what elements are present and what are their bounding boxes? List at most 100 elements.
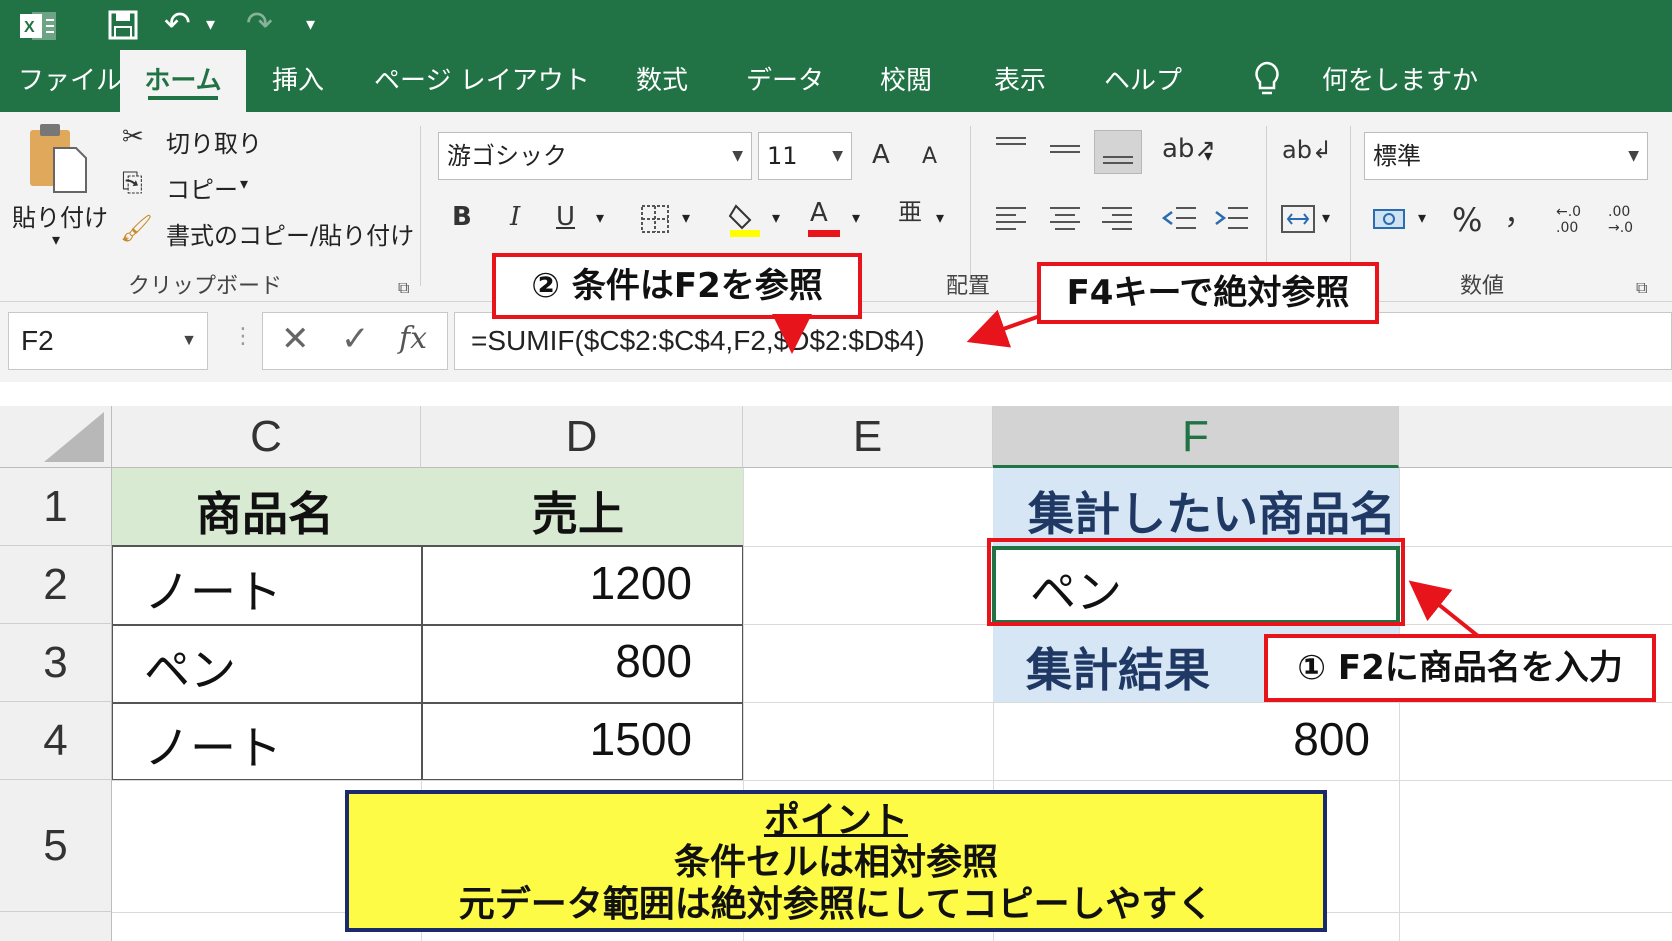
cell-c2[interactable]: ノート — [144, 556, 282, 622]
phonetic-guide-icon[interactable]: 亜 — [898, 200, 922, 224]
tab-file[interactable]: ファイル — [18, 50, 122, 112]
tab-insert[interactable]: 挿入 — [272, 50, 324, 112]
clipboard-launcher-icon[interactable]: ⧉ — [398, 278, 409, 298]
cell-d2[interactable]: 1200 — [590, 556, 692, 610]
font-size-select[interactable]: 11 ▼ — [758, 132, 852, 180]
cell-c4[interactable]: ノート — [144, 712, 282, 778]
alignment-group-label: 配置 — [946, 274, 991, 299]
chevron-down-icon: ▼ — [732, 148, 743, 164]
insert-function-icon[interactable]: fx — [399, 321, 427, 356]
format-painter-button[interactable]: 書式のコピー/貼り付け — [166, 216, 414, 251]
tab-formulas[interactable]: 数式 — [636, 50, 688, 112]
scissors-icon[interactable]: ✂ — [122, 124, 144, 150]
point-line-2: 元データ範囲は絶対参照にしてコピーしやすく — [458, 884, 1214, 925]
italic-button[interactable]: I — [510, 204, 520, 230]
column-header-e[interactable]: E — [743, 406, 993, 468]
row-header-4[interactable]: 4 — [0, 702, 112, 780]
shrink-font-icon[interactable]: A — [922, 146, 937, 168]
borders-icon[interactable] — [640, 204, 670, 234]
comma-button[interactable]: ， — [1504, 200, 1534, 230]
currency-dropdown-icon[interactable]: ▾ — [1418, 208, 1426, 227]
font-color-icon[interactable]: A — [810, 200, 828, 226]
align-center-icon[interactable] — [1048, 202, 1082, 236]
tab-view[interactable]: 表示 — [994, 50, 1046, 112]
column-header-g[interactable] — [1399, 406, 1672, 468]
tell-me-search[interactable]: 何をしますか — [1322, 50, 1478, 112]
underline-dropdown-icon[interactable]: ▾ — [596, 208, 604, 227]
cell-d3[interactable]: 800 — [615, 634, 692, 688]
excel-icon: X — [20, 12, 56, 40]
number-launcher-icon[interactable]: ⧉ — [1636, 278, 1647, 298]
increase-indent-icon[interactable] — [1214, 202, 1250, 236]
undo-icon[interactable]: ↶ — [164, 0, 191, 48]
align-middle-icon[interactable] — [1048, 134, 1082, 164]
tab-data[interactable]: データ — [746, 50, 824, 112]
row-header-2[interactable]: 2 — [0, 546, 112, 624]
fill-color-dropdown-icon[interactable]: ▾ — [772, 208, 780, 227]
column-header-f[interactable]: F — [993, 406, 1399, 468]
callout-f4-absolute: F4キーで絶対参照 — [1037, 262, 1379, 324]
tab-home[interactable]: ホーム — [120, 50, 246, 112]
paste-icon[interactable] — [26, 120, 92, 198]
borders-dropdown-icon[interactable]: ▾ — [682, 208, 690, 227]
merge-center-icon[interactable] — [1280, 202, 1316, 236]
merge-dropdown-icon[interactable]: ▾ — [1322, 208, 1330, 227]
tab-page-layout[interactable]: ページ レイアウト — [374, 50, 590, 112]
copy-dropdown-icon[interactable]: ▾ — [240, 174, 248, 193]
formula-buttons: ✕ ✓ fx — [262, 312, 448, 370]
lightbulb-icon[interactable] — [1252, 60, 1282, 100]
paste-label[interactable]: 貼り付け — [12, 198, 108, 233]
font-color-dropdown-icon[interactable]: ▾ — [852, 208, 860, 227]
callout-condition-reference: ② 条件はF2を参照 — [492, 253, 862, 319]
percent-button[interactable]: % — [1452, 204, 1482, 236]
name-box[interactable]: F2 ▼ — [8, 312, 208, 370]
cell-c1-text: 商品名 — [196, 487, 334, 541]
point-box: ポイント 条件セルは相対参照 元データ範囲は絶対参照にしてコピーしやすく — [345, 790, 1327, 932]
column-header-c[interactable]: C — [112, 406, 421, 468]
grow-font-icon[interactable]: A — [872, 142, 890, 168]
cell-d4[interactable]: 1500 — [590, 712, 692, 766]
format-painter-icon[interactable]: 🖌 — [120, 216, 153, 242]
wrap-text-icon[interactable]: ab↲ — [1282, 138, 1332, 162]
undo-dropdown-icon[interactable]: ▾ — [206, 0, 215, 50]
save-icon[interactable] — [108, 10, 138, 40]
paste-dropdown-icon[interactable]: ▾ — [52, 230, 60, 249]
number-group-label: 数値 — [1460, 274, 1505, 299]
chevron-down-icon: ▼ — [181, 332, 197, 349]
row-header-6[interactable] — [0, 912, 112, 941]
underline-button[interactable]: U — [556, 204, 575, 230]
currency-icon[interactable] — [1372, 204, 1408, 236]
align-right-icon[interactable] — [1100, 202, 1134, 236]
bold-button[interactable]: B — [452, 204, 472, 230]
align-left-icon[interactable] — [994, 202, 1028, 236]
orientation-dropdown-icon[interactable]: ▾ — [1204, 146, 1212, 165]
increase-decimal-icon[interactable]: ←.0.00 — [1556, 204, 1581, 236]
svg-text:X: X — [24, 19, 35, 36]
redo-icon[interactable]: ↷ — [246, 0, 273, 48]
cancel-icon[interactable]: ✕ — [281, 319, 310, 359]
enter-icon[interactable]: ✓ — [341, 319, 370, 359]
row-header-5[interactable]: 5 — [0, 780, 112, 912]
font-name-select[interactable]: 游ゴシック ▼ — [438, 132, 752, 180]
cell-f1-text: 集計したい商品名 — [1028, 487, 1396, 541]
cut-button[interactable]: 切り取り — [166, 124, 262, 159]
align-bottom-button[interactable] — [1094, 130, 1142, 174]
column-header-d[interactable]: D — [421, 406, 743, 468]
number-format-select[interactable]: 標準 ▼ — [1364, 132, 1648, 180]
copy-icon[interactable]: ⎘ — [122, 170, 143, 196]
title-bar: X ↶ ▾ ↷ ▾ — [0, 0, 1672, 50]
row-header-3[interactable]: 3 — [0, 624, 112, 702]
tab-review[interactable]: 校閲 — [880, 50, 932, 112]
fill-color-icon[interactable] — [728, 200, 762, 238]
decrease-indent-icon[interactable] — [1162, 202, 1198, 236]
customize-qat-icon[interactable]: ▾ — [306, 0, 315, 50]
cell-c3[interactable]: ペン — [144, 634, 236, 700]
cell-f4[interactable]: 800 — [1293, 712, 1370, 766]
phonetic-dropdown-icon[interactable]: ▾ — [936, 208, 944, 227]
decrease-decimal-icon[interactable]: .00 →.0 — [1608, 204, 1633, 236]
tab-help[interactable]: ヘルプ — [1104, 50, 1182, 112]
copy-button[interactable]: コピー — [166, 170, 238, 205]
row-header-1[interactable]: 1 — [0, 468, 112, 546]
align-top-icon[interactable] — [994, 134, 1028, 164]
select-all-corner[interactable] — [0, 406, 112, 468]
